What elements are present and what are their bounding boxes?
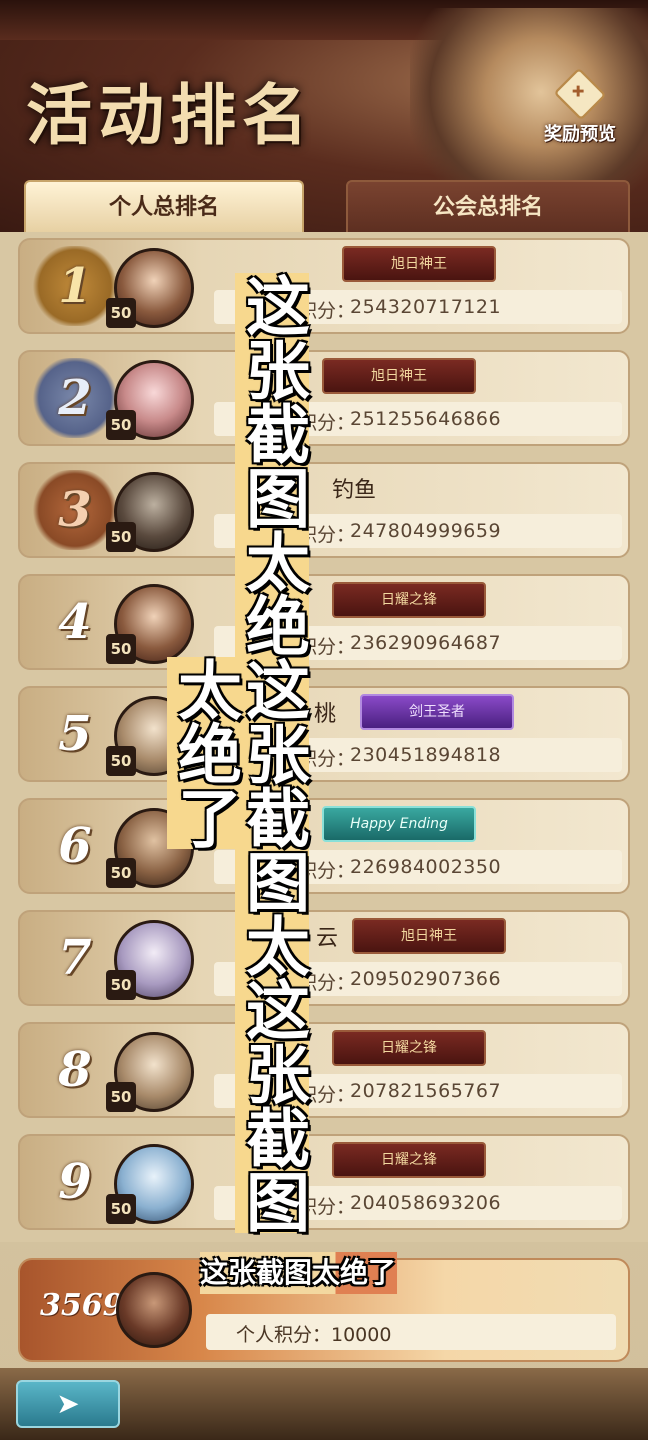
- score-value: 226984002350: [350, 856, 502, 878]
- score-value: 254320717121: [350, 296, 502, 318]
- ranking-row[interactable]: 4 50 日耀之锋 个人积分： 236290964687: [18, 574, 630, 670]
- reward-preview-label: 奖励预览: [544, 124, 616, 145]
- overlay-vertical-caption: 这张截图太绝这张截图太这张截图太绝了: [167, 248, 309, 1258]
- tab-personal-ranking[interactable]: 个人总排名: [24, 180, 304, 234]
- overlay-horizontal-caption: 这张截图太绝了: [200, 1252, 446, 1294]
- title-badge: 日耀之锋: [332, 1030, 486, 1066]
- level-badge: 50: [106, 410, 136, 440]
- title-badge: 旭日神王: [352, 918, 506, 954]
- my-rank-number: 3569: [40, 1288, 124, 1323]
- level-badge: 50: [106, 1082, 136, 1112]
- my-score: 个人积分：10000: [236, 1324, 392, 1346]
- player-name: 云: [316, 926, 339, 951]
- level-badge: 50: [106, 1194, 136, 1224]
- ranking-row[interactable]: 6 50 Happy Ending 个人积分： 226984002350: [18, 798, 630, 894]
- level-badge: 50: [106, 634, 136, 664]
- ranking-row[interactable]: 5 50 桃 剑王圣者 个人积分： 230451894818: [18, 686, 630, 782]
- title-badge: 剑王圣者: [360, 694, 514, 730]
- player-name: 桃: [314, 702, 337, 727]
- ranking-row[interactable]: 1 50 旭日神王 个人积分： 254320717121: [18, 238, 630, 334]
- level-badge: 50: [106, 858, 136, 888]
- score-value: 247804999659: [350, 520, 502, 542]
- level-badge: 50: [106, 746, 136, 776]
- score-value: 230451894818: [350, 744, 502, 766]
- title-badge: 日耀之锋: [332, 1142, 486, 1178]
- ranking-row[interactable]: 8 50 日耀之锋 个人积分： 207821565767: [18, 1022, 630, 1118]
- ranking-row[interactable]: 3 50 钓鱼 个人积分： 247804999659: [18, 462, 630, 558]
- reward-preview-button[interactable]: ✚ 奖励预览: [532, 67, 628, 150]
- tab-guild-ranking[interactable]: 公会总排名: [346, 180, 630, 236]
- ranking-row[interactable]: 9 50 日耀之锋 个人积分： 204058693206: [18, 1134, 630, 1230]
- level-badge: 50: [106, 970, 136, 1000]
- level-badge: 50: [106, 522, 136, 552]
- score-value: 236290964687: [350, 632, 502, 654]
- ranking-row[interactable]: 7 50 云 旭日神王 个人积分： 209502907366: [18, 910, 630, 1006]
- my-avatar[interactable]: [116, 1272, 192, 1348]
- back-arrow-icon: ➤: [56, 1387, 80, 1420]
- title-badge: 旭日神王: [322, 358, 476, 394]
- title-badge: 日耀之锋: [332, 582, 486, 618]
- title-badge: Happy Ending: [322, 806, 476, 842]
- score-value: 209502907366: [350, 968, 502, 990]
- header: 活动排名 ✚ 奖励预览 个人总排名 公会总排名: [0, 0, 648, 236]
- level-badge: 50: [106, 298, 136, 328]
- ranking-screen: 活动排名 ✚ 奖励预览 个人总排名 公会总排名 1 50 旭日神王 个人积分： …: [0, 0, 648, 1440]
- score-value: 204058693206: [350, 1192, 502, 1214]
- back-button[interactable]: ➤: [16, 1380, 120, 1428]
- score-value: 207821565767: [350, 1080, 502, 1102]
- title-badge: 旭日神王: [342, 246, 496, 282]
- ranking-row[interactable]: 2 50 旭日神王 个人积分： 251255646866: [18, 350, 630, 446]
- page-title: 活动排名: [26, 76, 314, 154]
- score-value: 251255646866: [350, 408, 502, 430]
- player-name: 钓鱼: [332, 478, 377, 503]
- gift-icon: ✚: [553, 67, 607, 121]
